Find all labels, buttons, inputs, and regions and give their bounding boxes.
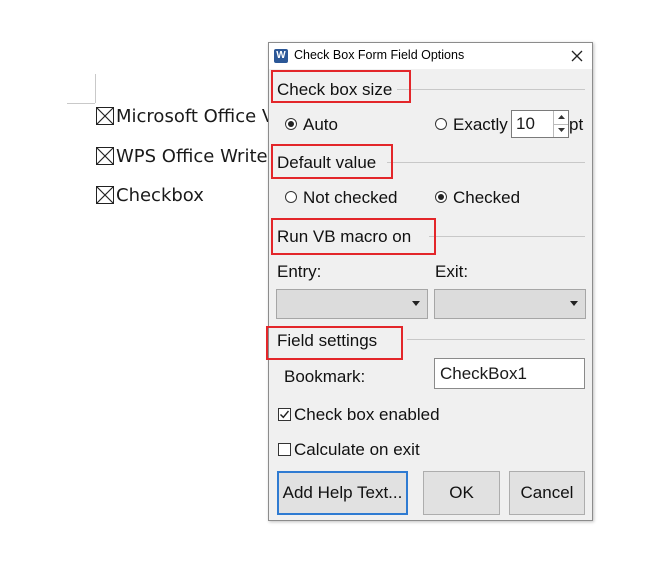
highlight-box [271, 70, 411, 103]
check-box-enabled-checkbox[interactable] [278, 408, 291, 421]
auto-radio[interactable] [285, 118, 297, 130]
section-divider [429, 236, 585, 237]
checkmark-icon [280, 410, 290, 419]
not-checked-radio[interactable] [285, 191, 297, 203]
check-box-enabled-label[interactable]: Check box enabled [294, 405, 440, 425]
size-unit-label: pt [569, 115, 584, 134]
spinner-buttons [553, 111, 568, 137]
bookmark-input[interactable]: CheckBox1 [434, 358, 585, 389]
doc-checkbox-line: WPS Office Write [96, 146, 268, 168]
size-spinner[interactable]: 10 [511, 110, 569, 138]
section-divider [407, 339, 585, 340]
entry-label: Entry: [277, 262, 322, 281]
close-icon [571, 50, 583, 62]
spin-up-button[interactable] [554, 111, 568, 125]
doc-checkbox-line: Microsoft Office V [96, 106, 274, 128]
chevron-down-icon [412, 301, 420, 306]
crop-mark-horizontal [67, 103, 95, 104]
crop-mark-vertical [95, 74, 96, 103]
exit-macro-dropdown[interactable] [434, 289, 586, 319]
calculate-on-exit-label[interactable]: Calculate on exit [294, 440, 420, 460]
auto-radio-label[interactable]: Auto [303, 115, 338, 135]
checked-box-icon[interactable] [96, 107, 114, 125]
checked-box-icon[interactable] [96, 186, 114, 204]
checked-radio[interactable] [435, 191, 447, 203]
dialog-titlebar[interactable]: W Check Box Form Field Options [269, 43, 592, 69]
entry-macro-dropdown[interactable] [276, 289, 428, 319]
chevron-down-icon [570, 301, 578, 306]
close-button[interactable] [564, 44, 590, 68]
section-divider [387, 162, 585, 163]
doc-checkbox-line: Checkbox [96, 185, 204, 207]
ok-button[interactable]: OK [423, 471, 500, 515]
doc-checkbox-label: WPS Office Write [116, 146, 268, 167]
exactly-radio[interactable] [435, 118, 447, 130]
add-help-text-button[interactable]: Add Help Text... [277, 471, 408, 515]
highlight-box [266, 326, 403, 360]
dialog-title: Check Box Form Field Options [294, 48, 465, 62]
exit-label: Exit: [435, 262, 469, 281]
exactly-radio-label[interactable]: Exactly [453, 115, 508, 135]
doc-checkbox-label: Microsoft Office V [116, 106, 275, 127]
word-app-icon: W [274, 49, 288, 63]
cancel-button[interactable]: Cancel [509, 471, 585, 515]
doc-checkbox-label: Checkbox [116, 185, 204, 206]
bookmark-label: Bookmark: [284, 367, 366, 386]
chevron-up-icon [557, 115, 565, 119]
calculate-on-exit-checkbox[interactable] [278, 443, 291, 456]
size-spinner-value[interactable]: 10 [516, 114, 535, 134]
highlight-box [271, 218, 436, 255]
highlight-box [271, 144, 393, 179]
check-box-options-dialog: W Check Box Form Field Options Check box… [266, 42, 593, 521]
spin-down-button[interactable] [554, 124, 568, 137]
chevron-down-icon [557, 128, 565, 132]
checked-radio-label[interactable]: Checked [453, 188, 520, 208]
checked-box-icon[interactable] [96, 147, 114, 165]
section-divider [397, 89, 585, 90]
not-checked-radio-label[interactable]: Not checked [303, 188, 398, 208]
